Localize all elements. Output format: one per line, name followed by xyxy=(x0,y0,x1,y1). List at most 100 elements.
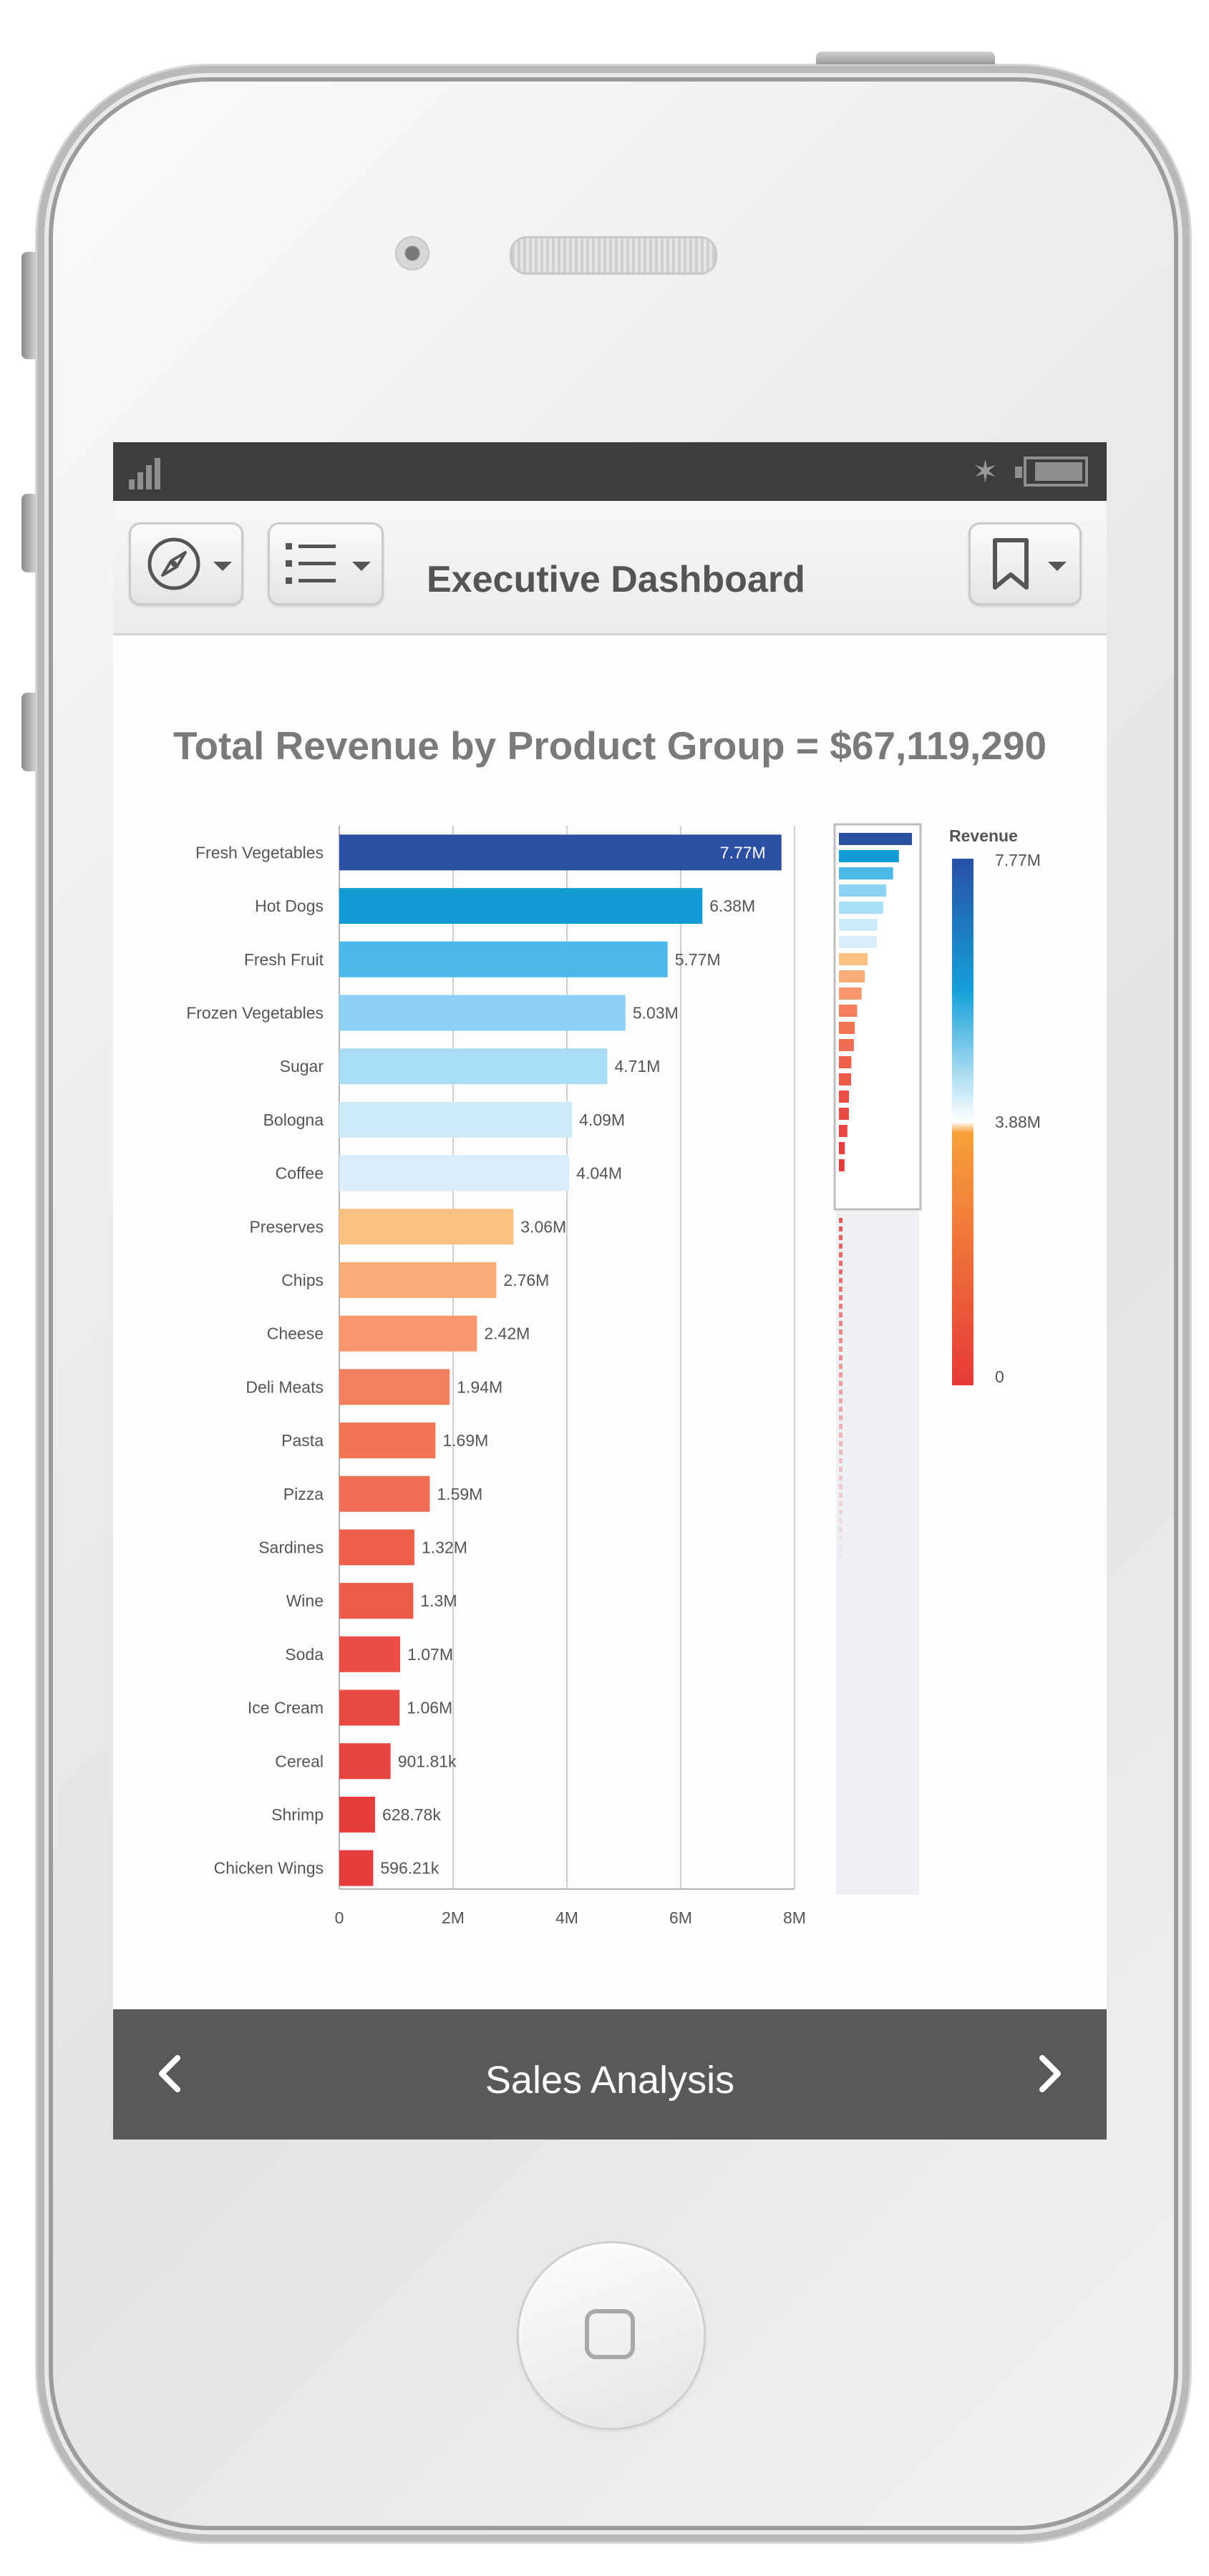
bar xyxy=(339,1423,436,1459)
minimap-tail-bar xyxy=(839,1261,843,1266)
data-label: 1.3M xyxy=(420,1591,457,1610)
minimap-tail-bar xyxy=(839,1527,843,1532)
minimap-bar xyxy=(839,1022,855,1034)
minimap-bar xyxy=(839,1056,852,1068)
category-label: Bologna xyxy=(263,1111,324,1129)
volume-up-button xyxy=(21,494,36,572)
minimap-bar xyxy=(839,1091,850,1103)
category-label: Ice Cream xyxy=(248,1699,324,1717)
chevron-right-icon[interactable] xyxy=(1028,2052,1071,2095)
data-label: 7.77M xyxy=(720,843,766,862)
bar xyxy=(339,1155,570,1191)
data-label: 2.76M xyxy=(503,1271,549,1289)
minimap-bar xyxy=(839,867,893,879)
minimap-tail-bar xyxy=(839,1218,843,1223)
minimap-tail-bar xyxy=(839,1501,843,1506)
minimap-bar xyxy=(839,1142,845,1154)
minimap-tail-bar xyxy=(839,1312,843,1317)
minimap-tail-bar xyxy=(839,1381,843,1386)
minimap-tail-bar xyxy=(839,1244,843,1249)
x-tick-label: 0 xyxy=(335,1908,344,1927)
front-camera xyxy=(395,236,429,270)
minimap-tail-bar xyxy=(839,1235,843,1240)
bar xyxy=(339,1529,414,1566)
data-label: 3.06M xyxy=(520,1217,566,1236)
minimap-tail-bar xyxy=(839,1338,843,1343)
minimap-tail-bar xyxy=(839,1467,843,1472)
minimap-bar xyxy=(839,953,868,965)
data-label: 2.42M xyxy=(484,1324,530,1343)
minimap-bar xyxy=(839,850,899,862)
minimap-tail-bar xyxy=(839,1475,843,1480)
legend-label: 7.77M xyxy=(995,851,1041,869)
minimap-tail-bar xyxy=(839,1518,843,1523)
category-label: Cheese xyxy=(267,1324,324,1343)
minimap-bar xyxy=(839,1159,845,1171)
revenue-bar-chart[interactable]: Fresh Vegetables 7.77M Hot Dogs 6.38M Fresh … xyxy=(113,442,1107,2009)
minimap-bar xyxy=(839,919,878,931)
minimap-bar xyxy=(839,1039,854,1051)
phone-screen: ✶ Executive Dashboard Total Revenue by P… xyxy=(113,442,1107,2140)
minimap-bar xyxy=(839,902,883,914)
mute-switch xyxy=(21,252,36,359)
minimap-bar xyxy=(839,1005,858,1017)
category-label: Fresh Vegetables xyxy=(195,843,324,862)
minimap-tail-bar xyxy=(839,1269,843,1274)
data-label: 1.94M xyxy=(457,1377,502,1396)
category-label: Deli Meats xyxy=(246,1377,324,1396)
legend-label: 0 xyxy=(995,1367,1004,1386)
category-label: Coffee xyxy=(276,1164,324,1183)
home-square-icon xyxy=(585,2309,635,2359)
minimap-bar xyxy=(839,1108,849,1120)
legend-title: Revenue xyxy=(949,826,1018,845)
dashboard-page-title: Sales Analysis xyxy=(485,2059,735,2102)
minimap-tail-bar xyxy=(839,1372,843,1377)
category-label: Preserves xyxy=(249,1217,324,1236)
bar xyxy=(339,941,668,977)
category-label: Chips xyxy=(281,1271,324,1289)
data-label: 5.77M xyxy=(675,950,721,969)
category-label: Soda xyxy=(285,1645,324,1664)
data-label: 4.71M xyxy=(614,1057,660,1075)
minimap-tail-bar xyxy=(839,1226,843,1231)
minimap-tail-bar xyxy=(839,1347,843,1352)
bar xyxy=(339,1048,608,1085)
bar xyxy=(339,1583,414,1619)
minimap-bar xyxy=(839,1125,848,1137)
category-label: Chicken Wings xyxy=(214,1859,324,1878)
minimap-tail-bar xyxy=(839,1433,843,1438)
minimap-tail-bar xyxy=(839,1415,843,1420)
minimap-tail-bar xyxy=(839,1493,843,1498)
minimap-tail-bar xyxy=(839,1390,843,1395)
data-label: 1.59M xyxy=(437,1485,482,1503)
minimap-bar xyxy=(839,987,862,1000)
data-label: 1.07M xyxy=(407,1645,453,1664)
data-label: 5.03M xyxy=(633,1003,679,1022)
home-button[interactable] xyxy=(517,2241,706,2430)
category-label: Frozen Vegetables xyxy=(186,1003,324,1022)
data-label: 901.81k xyxy=(398,1752,457,1770)
category-label: Pasta xyxy=(281,1431,324,1450)
bar xyxy=(339,1209,514,1245)
minimap-bar xyxy=(839,833,912,845)
bar xyxy=(339,1475,430,1512)
minimap-bar xyxy=(839,884,887,897)
data-label: 4.09M xyxy=(579,1111,625,1129)
minimap-tail-bar xyxy=(839,1441,843,1446)
bar xyxy=(339,1636,401,1672)
minimap-tail-bar xyxy=(839,1355,843,1360)
category-label: Shrimp xyxy=(271,1805,324,1824)
minimap-bar xyxy=(839,1073,852,1085)
minimap-tail-bar xyxy=(839,1252,843,1257)
minimap-tail-bar xyxy=(839,1304,843,1309)
category-label: Pizza xyxy=(283,1485,324,1503)
category-label: Cereal xyxy=(275,1752,324,1770)
category-label: Hot Dogs xyxy=(255,897,324,915)
data-label: 4.04M xyxy=(576,1164,622,1183)
bar xyxy=(339,1796,375,1833)
bar xyxy=(339,1850,374,1886)
x-tick-label: 4M xyxy=(555,1908,578,1927)
power-button xyxy=(816,52,995,64)
minimap-tail-bar xyxy=(839,1536,843,1541)
bar xyxy=(339,1369,450,1405)
